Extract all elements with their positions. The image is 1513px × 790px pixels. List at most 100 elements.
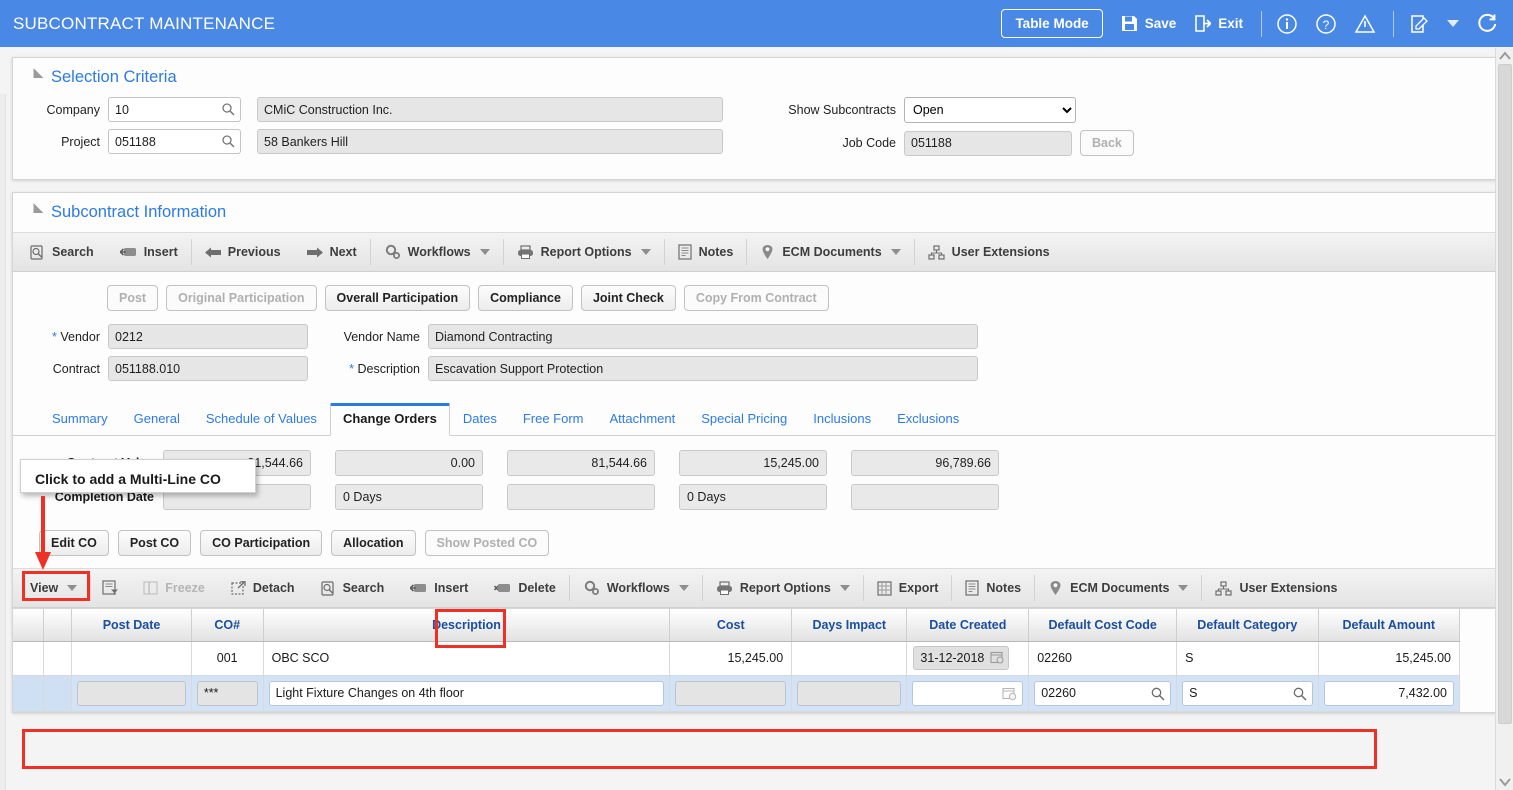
toolbar-notes[interactable]: Notes [665,233,747,271]
chevron-down-icon[interactable] [678,585,689,591]
toolbar-user-extensions[interactable]: User Extensions [915,233,1063,271]
description-input[interactable]: Light Fixture Changes on 4th floor [268,680,665,706]
cell-default-cost-code[interactable]: 02260 [1028,641,1178,676]
col-default-category[interactable]: Default Category [1176,609,1319,642]
grid-ecm-documents-button[interactable]: ECM Documents [1035,569,1201,607]
refresh-icon[interactable] [1476,12,1499,35]
grid-detach-button[interactable]: Detach [218,569,308,607]
cost-input[interactable] [675,680,787,706]
post-button[interactable]: Post [107,285,159,311]
grid-search-button[interactable]: Search [308,569,398,607]
show-posted-co-button[interactable]: Show Posted CO [424,530,550,556]
back-button[interactable]: Back [1080,130,1134,156]
grid-insert-button[interactable]: Insert [397,569,481,607]
tab-change-orders[interactable]: Change Orders [329,403,450,436]
col-default-amount[interactable]: Default Amount [1318,609,1460,642]
scroll-down-arrow-icon[interactable] [1496,774,1513,790]
allocation-button[interactable]: Allocation [331,530,416,556]
scroll-up-arrow-icon[interactable] [1496,48,1513,64]
contract-input[interactable]: 051188.010 [108,356,308,381]
cell-default-category[interactable]: S [1176,641,1319,676]
col-default-cost-code[interactable]: Default Cost Code [1028,609,1178,642]
cell-description[interactable]: OBC SCO [263,641,671,676]
calendar-icon[interactable] [990,650,1004,667]
compliance-button[interactable]: Compliance [478,285,573,311]
warning-icon[interactable] [1354,13,1376,35]
overall-participation-button[interactable]: Overall Participation [324,285,471,311]
cell-description[interactable]: Light Fixture Changes on 4th floor [263,675,671,712]
cell-default-cost-code[interactable]: 02260 [1028,675,1178,712]
vendor-input[interactable]: 0212 [108,324,308,349]
tab-schedule-of-values[interactable]: Schedule of Values [193,411,330,435]
cell-co-number[interactable]: *** [191,675,264,712]
toolbar-report-options[interactable]: Report Options [504,233,664,271]
vertical-scrollbar[interactable] [1495,48,1513,790]
grid-export-button[interactable]: Export [864,569,952,607]
show-subcontracts-select[interactable]: OpenClosedAll [904,97,1076,123]
cell-default-amount[interactable]: 7,432.00 [1318,675,1460,712]
chevron-down-icon[interactable] [1178,585,1189,591]
exit-button[interactable]: Exit [1194,15,1243,32]
tab-dates[interactable]: Dates [450,411,510,435]
co-participation-button[interactable]: CO Participation [200,530,323,556]
toolbar-workflows[interactable]: Workflows [371,233,503,271]
tab-special-pricing[interactable]: Special Pricing [688,411,800,435]
joint-check-button[interactable]: Joint Check [580,285,676,311]
toolbar-search[interactable]: Search [17,233,107,271]
grid-report-options-button[interactable]: Report Options [703,569,863,607]
chevron-down-icon[interactable] [839,585,850,591]
grid-view-menu[interactable]: View [17,569,90,607]
edit-note-icon[interactable] [1408,13,1430,35]
save-button[interactable]: Save [1121,15,1176,32]
collapse-triangle-icon[interactable] [28,68,44,83]
col-date-created[interactable]: Date Created [906,609,1030,642]
help-icon[interactable]: ? [1315,13,1337,35]
co-number-input[interactable]: *** [196,680,258,706]
grid-workflows-button[interactable]: Workflows [570,569,702,607]
default-category-input[interactable]: S [1182,680,1313,706]
cell-default-category[interactable]: S [1176,675,1319,712]
company-input[interactable]: 10 [108,97,241,122]
col-post-date[interactable]: Post Date [71,609,192,642]
tab-summary[interactable]: Summary [39,411,121,435]
date-created-display[interactable]: 31-12-2018 [913,646,1010,670]
cell-post-date[interactable] [71,641,192,676]
tab-free-form[interactable]: Free Form [510,411,597,435]
row-handle[interactable] [13,641,44,676]
toolbar-insert[interactable]: Insert [107,233,191,271]
default-cost-code-input[interactable]: 02260 [1034,680,1172,706]
toolbar-ecm-documents[interactable]: ECM Documents [747,233,913,271]
cell-co-number[interactable]: 001 [191,641,264,676]
cell-date-created[interactable]: 31-12-2018 [906,641,1030,676]
col-days-impact[interactable]: Days Impact [791,609,908,642]
search-icon[interactable] [1150,686,1165,704]
cell-default-amount[interactable]: 15,245.00 [1318,641,1460,676]
chevron-down-icon[interactable] [479,249,490,255]
days-impact-input[interactable] [797,680,902,706]
tab-inclusions[interactable]: Inclusions [800,411,884,435]
grid-freeze-button[interactable]: Freeze [130,569,218,607]
collapse-triangle-icon[interactable] [28,203,44,218]
cell-cost[interactable] [669,675,793,712]
tab-general[interactable]: General [121,411,193,435]
grid-delete-button[interactable]: Delete [481,569,569,607]
row-handle[interactable] [13,675,44,712]
toolbar-previous[interactable]: Previous [192,233,294,271]
default-amount-input[interactable]: 7,432.00 [1323,680,1454,706]
col-cost[interactable]: Cost [669,609,793,642]
description-input[interactable]: Escavation Support Protection [428,356,978,381]
cell-post-date[interactable] [71,675,192,712]
col-description[interactable]: Description [263,609,671,642]
selection-criteria-header[interactable]: Selection Criteria [13,58,1496,91]
row-selector[interactable] [43,675,73,712]
original-participation-button[interactable]: Original Participation [166,285,317,311]
table-row[interactable]: 001 OBC SCO 15,245.00 31-12-2018 02260 S… [13,641,1460,676]
dropdown-caret-icon[interactable] [1447,20,1459,27]
table-mode-button[interactable]: Table Mode [1001,9,1103,38]
info-icon[interactable] [1276,13,1298,35]
copy-from-contract-button[interactable]: Copy From Contract [683,285,829,311]
tab-exclusions[interactable]: Exclusions [884,411,972,435]
date-created-input[interactable] [912,680,1024,706]
grid-notes-button[interactable]: Notes [952,569,1034,607]
search-icon[interactable] [221,134,235,151]
